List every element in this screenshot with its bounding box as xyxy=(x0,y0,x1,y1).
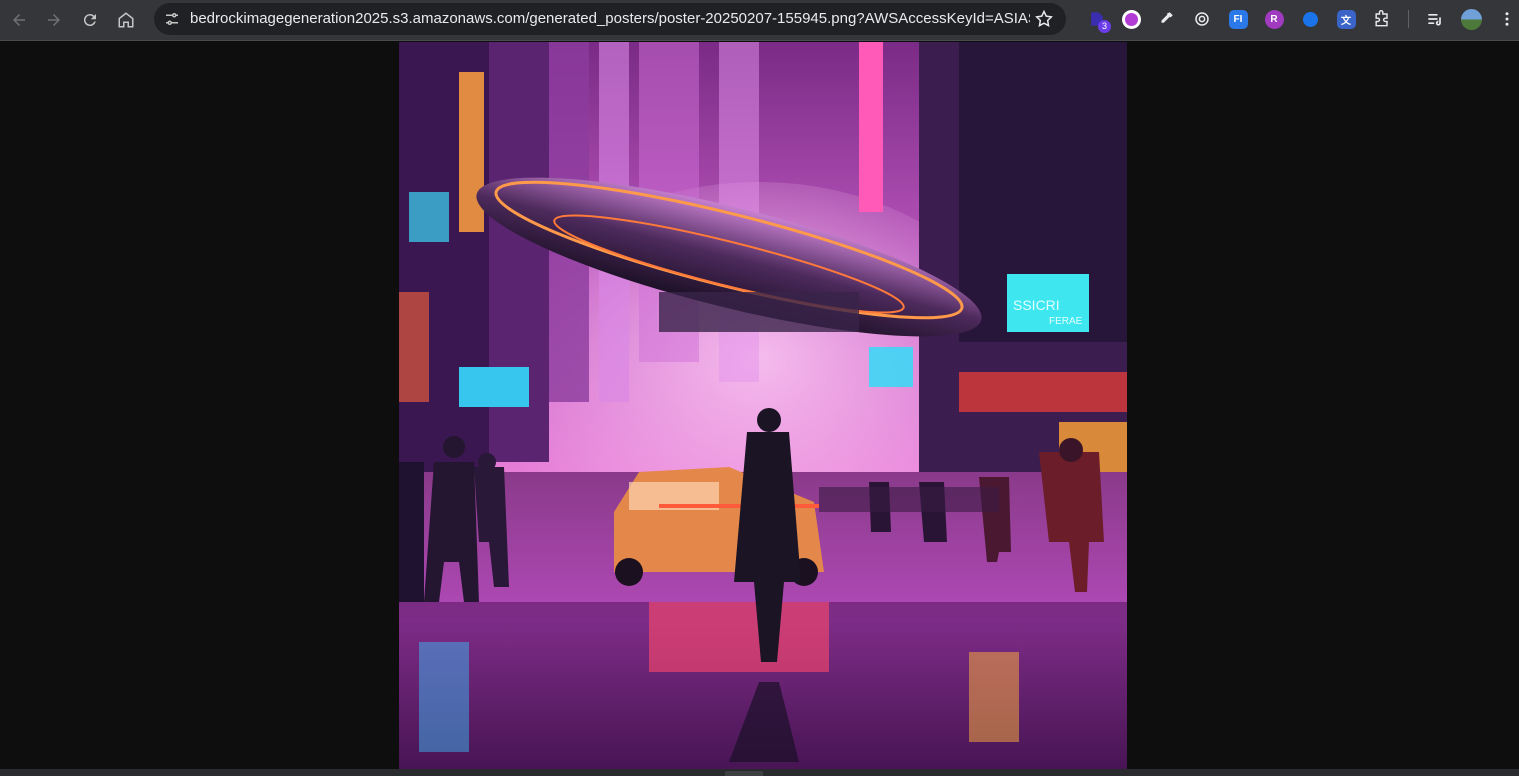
translate-extension-icon[interactable]: 文 xyxy=(1334,7,1358,31)
eyedropper-extension-icon[interactable] xyxy=(1154,7,1178,31)
star-outline-icon[interactable] xyxy=(1032,7,1056,31)
image-viewer: SSICRI FERAE xyxy=(0,42,1519,769)
r-extension-icon[interactable]: R xyxy=(1262,7,1286,31)
brain-extension-icon[interactable] xyxy=(1119,7,1143,31)
extension-badge: 3 xyxy=(1098,20,1111,33)
poster-image[interactable]: SSICRI FERAE xyxy=(399,42,1127,769)
fi-extension-label: FI xyxy=(1228,9,1248,29)
kebab-menu-icon[interactable] xyxy=(1495,7,1519,31)
r-extension-label: R xyxy=(1264,9,1284,29)
profile-avatar-icon[interactable] xyxy=(1459,7,1483,31)
neon-sign-text-2: FERAE xyxy=(1049,316,1083,327)
back-arrow-icon[interactable] xyxy=(3,4,35,36)
neon-sign-text-1: SSICRI xyxy=(1013,297,1060,313)
reading-list-icon[interactable] xyxy=(1423,7,1447,31)
fi-extension-icon[interactable]: FI xyxy=(1226,7,1250,31)
bottom-tab-handle xyxy=(725,771,763,776)
url-text[interactable]: bedrockimagegeneration2025.s3.amazonaws.… xyxy=(190,3,1030,35)
puzzle-counter-extension-icon[interactable]: 3 xyxy=(1085,7,1111,33)
reload-icon[interactable] xyxy=(74,4,106,36)
tune-icon[interactable] xyxy=(160,7,184,31)
forward-arrow-icon[interactable] xyxy=(38,4,70,36)
home-icon[interactable] xyxy=(110,4,142,36)
address-bar[interactable]: bedrockimagegeneration2025.s3.amazonaws.… xyxy=(154,3,1066,35)
blue-circle-extension-icon[interactable] xyxy=(1298,7,1322,31)
extensions-puzzle-icon[interactable] xyxy=(1370,7,1394,31)
cyberpunk-city-scene: SSICRI FERAE xyxy=(399,42,1127,769)
target-extension-icon[interactable] xyxy=(1190,7,1214,31)
browser-toolbar: bedrockimagegeneration2025.s3.amazonaws.… xyxy=(0,0,1519,41)
toolbar-divider xyxy=(1408,10,1409,28)
